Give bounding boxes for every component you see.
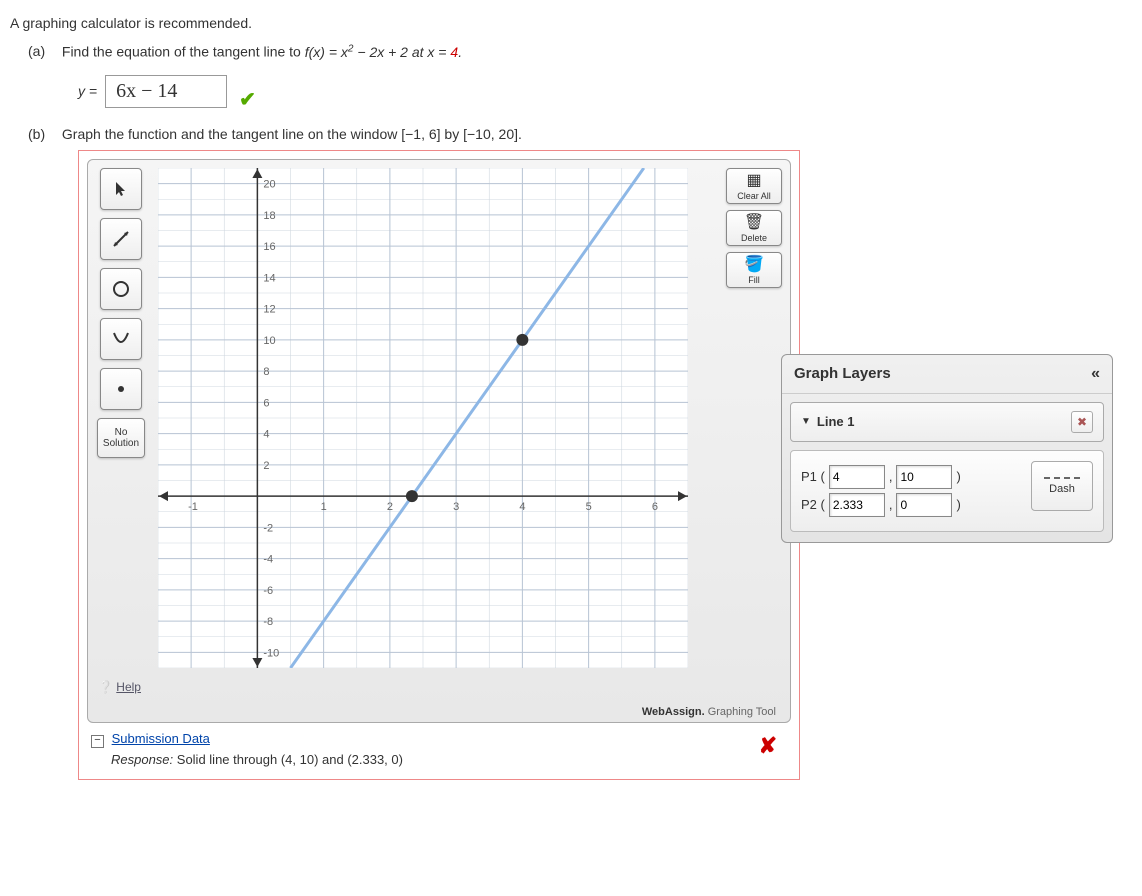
p2-y-input[interactable] [896, 493, 952, 517]
delete-button[interactable]: 🗑Delete [726, 210, 782, 246]
intro-text: A graphing calculator is recommended. [10, 15, 1132, 31]
y-equals: y = [78, 83, 97, 99]
tool-palette: No Solution [96, 168, 146, 458]
graph-canvas[interactable]: -1123456-10-8-6-4-22468101214161820 [158, 168, 688, 668]
svg-text:5: 5 [586, 501, 592, 513]
part-b-label: (b) [28, 126, 58, 142]
remove-layer-button[interactable]: ✖ [1071, 411, 1093, 433]
part-b-text: Graph the function and the tangent line … [62, 126, 522, 142]
fill-button[interactable]: 🪣Fill [726, 252, 782, 288]
part-b: (b) Graph the function and the tangent l… [28, 126, 1132, 780]
action-palette: ▦Clear All 🗑Delete 🪣Fill [726, 168, 782, 288]
incorrect-x-icon: ✘ [759, 733, 777, 759]
p2-row: P2 ( , ) [801, 493, 1017, 517]
layers-title: Graph Layers [794, 365, 891, 382]
layer-line-1[interactable]: ▼ Line 1 ✖ [790, 402, 1104, 442]
help-icon: ❔ [98, 680, 113, 694]
point-tool[interactable] [100, 368, 142, 410]
svg-text:1: 1 [321, 501, 327, 513]
trash-icon: 🗑 [727, 215, 781, 231]
pointer-tool[interactable] [100, 168, 142, 210]
part-a-label: (a) [28, 43, 58, 59]
caret-down-icon: ▼ [801, 416, 811, 427]
clear-all-icon: ▦ [727, 173, 781, 189]
part-a: (a) Find the equation of the tangent lin… [28, 43, 1132, 108]
svg-text:12: 12 [263, 303, 275, 315]
no-solution-button[interactable]: No Solution [97, 418, 145, 458]
svg-text:2: 2 [263, 460, 269, 472]
svg-text:16: 16 [263, 241, 275, 253]
svg-text:-2: -2 [263, 522, 273, 534]
collapse-toggle-icon[interactable]: − [91, 735, 104, 748]
circle-tool[interactable] [100, 268, 142, 310]
svg-text:20: 20 [263, 178, 275, 190]
answer-input[interactable]: 6x − 14 [105, 75, 227, 108]
layer-coords: P1 ( , ) P2 ( , ) Dash [790, 450, 1104, 532]
correct-check-icon: ✔ [239, 87, 256, 112]
svg-text:-8: -8 [263, 616, 273, 628]
help-link[interactable]: ❔ Help [98, 680, 141, 694]
branding-text: WebAssign. Graphing Tool [642, 706, 776, 718]
svg-text:-4: -4 [263, 553, 273, 565]
p1-y-input[interactable] [896, 465, 952, 489]
svg-text:-6: -6 [263, 585, 273, 597]
fill-icon: 🪣 [727, 257, 781, 273]
submission-data-link[interactable]: Submission Data [112, 731, 210, 746]
svg-text:2: 2 [387, 501, 393, 513]
graph-container: No Solution ▦Clear All 🗑Delete 🪣Fill -1 1… [78, 150, 800, 780]
dash-style-button[interactable]: Dash [1031, 461, 1093, 511]
submission-block: − Submission Data Response: Solid line t… [91, 731, 787, 767]
svg-text:-1: -1 [188, 501, 198, 513]
p1-row: P1 ( , ) [801, 465, 1017, 489]
collapse-panel-icon[interactable]: « [1091, 365, 1100, 383]
svg-text:-10: -10 [263, 647, 279, 659]
part-a-text: Find the equation of the tangent line to… [62, 44, 462, 60]
svg-text:10: 10 [263, 335, 275, 347]
clear-all-button[interactable]: ▦Clear All [726, 168, 782, 204]
p1-x-input[interactable] [829, 465, 885, 489]
svg-text:14: 14 [263, 272, 275, 284]
svg-text:4: 4 [519, 501, 525, 513]
line-tool[interactable] [100, 218, 142, 260]
svg-text:8: 8 [263, 366, 269, 378]
dash-line-icon [1044, 477, 1080, 479]
response-text: Response: Solid line through (4, 10) and… [111, 752, 787, 767]
svg-text:3: 3 [453, 501, 459, 513]
svg-text:18: 18 [263, 210, 275, 222]
svg-text:6: 6 [652, 501, 658, 513]
p2-x-input[interactable] [829, 493, 885, 517]
parabola-tool[interactable] [100, 318, 142, 360]
svg-text:4: 4 [263, 428, 269, 440]
graph-layers-panel: Graph Layers « ▼ Line 1 ✖ P1 ( , ) P2 ( [781, 354, 1113, 543]
graph-panel: No Solution ▦Clear All 🗑Delete 🪣Fill -1 1… [87, 159, 791, 723]
layer-label: Line 1 [817, 414, 855, 429]
svg-text:6: 6 [263, 397, 269, 409]
